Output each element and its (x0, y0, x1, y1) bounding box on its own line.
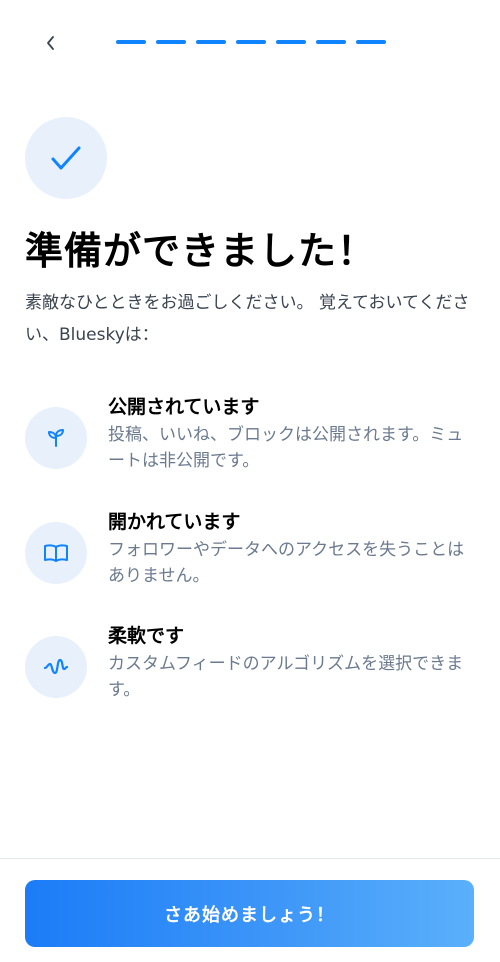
feature-title: 開かれています (108, 511, 241, 533)
progress-step (196, 40, 226, 44)
feature-icon-badge (25, 636, 87, 698)
feature-description: 投稿、いいね、ブロックは公開されます。ミュートは非公開です。 (108, 425, 464, 471)
feature-icon-badge (25, 522, 87, 584)
check-icon (51, 146, 81, 170)
progress-step (356, 40, 386, 44)
feature-title: 公開されています (108, 396, 260, 418)
book-open-icon (44, 544, 68, 562)
feature-title: 柔軟です (108, 625, 185, 647)
feature-description: カスタムフィードのアルゴリズムを選択できます。 (108, 654, 464, 700)
feature-item-public: 公開されています 投稿、いいね、ブロックは公開されます。ミュートは非公開です。 (25, 394, 475, 484)
wave-icon (43, 658, 69, 675)
page-subtitle: 素敵なひとときをお過ごしください。 覚えておいてください、Blueskyは： (25, 293, 470, 345)
sprout-icon (48, 429, 64, 447)
feature-icon-badge (25, 407, 87, 469)
progress-step (236, 40, 266, 44)
page-title: 準備ができました！ (25, 229, 377, 273)
progress-step (276, 40, 306, 44)
footer-divider (0, 858, 500, 859)
progress-indicator (116, 40, 386, 44)
feature-description: フォロワーやデータへのアクセスを失うことはありません。 (108, 540, 465, 586)
feature-item-open: 開かれています フォロワーやデータへのアクセスを失うことはありません。 (25, 509, 475, 599)
progress-step (156, 40, 186, 44)
get-started-button[interactable]: さあ始めましょう！ (25, 880, 474, 947)
back-button[interactable] (36, 28, 66, 58)
success-badge (25, 117, 107, 199)
chevron-left-icon (47, 36, 54, 50)
feature-item-flexible: 柔軟です カスタムフィードのアルゴリズムを選択できます。 (25, 623, 475, 713)
progress-step (116, 40, 146, 44)
onboarding-finished-screen: 準備ができました！ 素敵なひとときをお過ごしください。 覚えておいてください、B… (0, 0, 500, 962)
progress-step (316, 40, 346, 44)
